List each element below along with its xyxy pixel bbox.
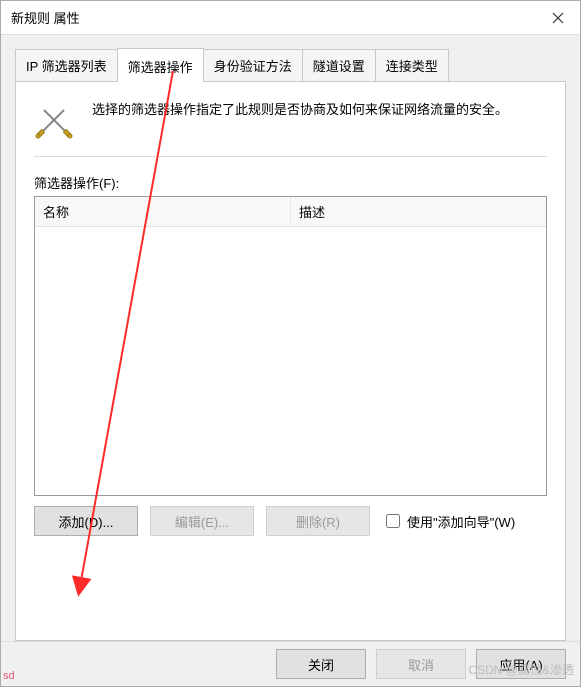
close-dialog-button[interactable]: 关闭	[276, 649, 366, 679]
close-icon	[552, 12, 564, 24]
column-name[interactable]: 名称	[35, 197, 291, 226]
tabstrip: IP 筛选器列表 筛选器操作 身份验证方法 隧道设置 连接类型	[15, 47, 566, 81]
add-button[interactable]: 添加(D)...	[34, 506, 138, 536]
column-description[interactable]: 描述	[291, 197, 546, 226]
use-wizard-checkbox-wrap[interactable]: 使用"添加向导"(W)	[382, 511, 515, 531]
tab-content: 选择的筛选器操作指定了此规则是否协商及如何来保证网络流量的安全。 筛选器操作(F…	[15, 81, 566, 641]
edit-button: 编辑(E)...	[150, 506, 254, 536]
use-wizard-label: 使用"添加向导"(W)	[407, 512, 515, 531]
dialog-footer: 关闭 取消 应用(A)	[1, 641, 580, 686]
remove-button: 删除(R)	[266, 506, 370, 536]
tab-auth-method[interactable]: 身份验证方法	[203, 49, 303, 81]
filter-action-listview[interactable]: 名称 描述	[34, 196, 547, 496]
close-button[interactable]	[536, 1, 580, 35]
use-wizard-checkbox[interactable]	[386, 514, 400, 528]
swords-icon	[34, 100, 74, 140]
divider	[34, 156, 547, 157]
tab-tunnel-settings[interactable]: 隧道设置	[302, 49, 376, 81]
tab-connection-type[interactable]: 连接类型	[375, 49, 449, 81]
titlebar: 新规则 属性	[1, 1, 580, 35]
window-title: 新规则 属性	[11, 8, 80, 27]
listview-header: 名称 描述	[35, 197, 546, 227]
cancel-button: 取消	[376, 649, 466, 679]
tab-filter-action[interactable]: 筛选器操作	[117, 48, 204, 82]
listview-label: 筛选器操作(F):	[34, 173, 547, 192]
description-text: 选择的筛选器操作指定了此规则是否协商及如何来保证网络流量的安全。	[92, 100, 547, 121]
apply-button[interactable]: 应用(A)	[476, 649, 566, 679]
tab-ip-filter-list[interactable]: IP 筛选器列表	[15, 49, 118, 81]
